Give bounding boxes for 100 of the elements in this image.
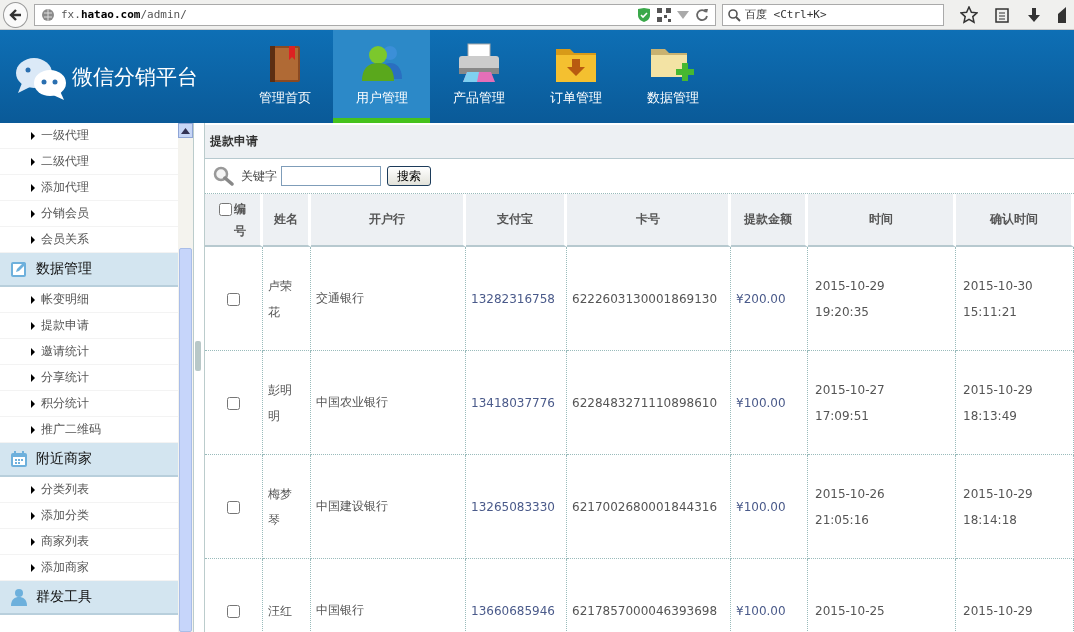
table-cell: 6217857000046393698 [572,603,718,618]
table-cell-text: 2015-10-25 [815,602,886,620]
url-text: fx.hatao.com/admin/ [61,8,188,21]
sidebar-link[interactable]: 添加分类 [41,507,89,524]
table-cell-text: 2015-10-29 [963,602,1034,620]
nav-tab[interactable]: 用户管理 [333,30,430,123]
table-cell: 中国银行 [316,603,364,617]
reload-icon[interactable] [695,7,709,22]
table-cell-text: 梅梦琴 [268,485,293,529]
nav-tab[interactable]: 数据管理 [624,30,721,123]
section-title: 数据管理 [36,260,92,278]
table-cell: 交通银行 [316,291,364,305]
select-all-checkbox[interactable] [218,202,232,216]
table-cell: 中国建设银行 [316,499,388,513]
search-field[interactable]: 百度 <Ctrl+K> [722,3,944,26]
triangle-bullet-icon [31,373,35,382]
globe-icon [41,7,55,22]
triangle-bullet-icon [31,563,35,572]
row-checkbox[interactable] [227,604,240,618]
sidebar-link[interactable]: 推广二维码 [41,421,101,438]
back-button[interactable] [3,1,28,28]
table-cell: 6217002680001844316 [572,499,718,514]
sidebar-link[interactable]: 商家列表 [41,533,89,550]
triangle-bullet-icon [31,157,35,166]
sidebar-link[interactable]: 添加代理 [41,179,89,196]
table-cell: 6222603130001869130 [572,291,718,306]
triangle-bullet-icon [31,209,35,218]
magnifier-icon [213,166,235,186]
table-cell: 中国农业银行 [316,395,388,409]
download-icon[interactable] [1026,6,1042,23]
sidebar-link[interactable]: 添加商家 [41,559,89,576]
search-button[interactable]: 搜索 [387,166,431,186]
sidebar-link[interactable]: 邀请统计 [41,343,89,360]
nav-tab[interactable]: 管理首页 [236,30,333,123]
table-cell: 13265083330 [471,499,555,514]
triangle-bullet-icon [31,537,35,546]
sidebar-link[interactable]: 帐变明细 [41,291,89,308]
users-icon [359,43,404,83]
dropdown-icon[interactable] [677,10,689,19]
row-checkbox[interactable] [227,500,240,514]
panel-title: 提款申请 [210,133,258,150]
table-cell-text: 2015-10-29 18:14:18 [963,485,1034,529]
column-header: 卡号 [635,212,660,226]
triangle-bullet-icon [31,295,35,304]
sidebar-link[interactable]: 积分统计 [41,395,89,412]
section-title: 附近商家 [36,450,92,468]
scrollbar[interactable] [178,123,193,632]
table-cell-text: 彭明明 [268,381,293,425]
sidebar-link[interactable]: 会员关系 [41,231,89,248]
back-arrow-icon [7,6,24,23]
nav-tab[interactable]: 订单管理 [527,30,624,123]
collapse-handle[interactable] [195,341,201,371]
triangle-bullet-icon [31,131,35,140]
table-cell-text: 2015-10-27 17:09:51 [815,381,886,425]
star-icon[interactable] [960,5,978,24]
shield-icon [637,6,651,23]
column-header: 时间 [868,212,893,226]
table-cell-text: 2015-10-29 19:20:35 [815,277,886,321]
printer-icon [456,43,501,83]
table-cell: ¥100.00 [736,603,786,618]
sidebar-link[interactable]: 二级代理 [41,153,89,170]
table-cell-text: 2015-10-26 21:05:16 [815,485,886,529]
triangle-bullet-icon [31,485,35,494]
edit-icon [10,260,28,278]
column-header: 编号 [233,200,247,240]
person-icon [10,588,28,606]
calendar-icon [10,450,28,468]
table-cell: 13282316758 [471,291,555,306]
sidebar-section-header[interactable]: 附近商家 [0,443,178,477]
table-cell-text: 2015-10-29 18:13:49 [963,381,1034,425]
column-header: 姓名 [273,212,298,226]
column-header: 确认时间 [989,212,1038,226]
table-cell: ¥200.00 [736,291,786,306]
triangle-bullet-icon [31,235,35,244]
qr-code-icon[interactable] [657,7,671,22]
triangle-bullet-icon [31,321,35,330]
table-cell-text: 2015-10-30 15:11:21 [963,277,1034,321]
table-cell-text: 卢荣花 [268,277,293,321]
sidebar-section-header[interactable]: 数据管理 [0,253,178,287]
triangle-bullet-icon [31,511,35,520]
sidebar-link[interactable]: 分类列表 [41,481,89,498]
keyword-field[interactable] [281,166,381,186]
sidebar-link[interactable]: 提款申请 [41,317,89,334]
table-cell: ¥100.00 [736,395,786,410]
sidebar-link[interactable]: 分享统计 [41,369,89,386]
column-header: 开户行 [369,212,405,226]
table-cell: 6228483271110898610 [572,395,718,410]
sidebar-link[interactable]: 分销会员 [41,205,89,222]
row-checkbox[interactable] [227,396,240,410]
table-cell: 13660685946 [471,603,555,618]
scroll-up-icon[interactable] [181,127,190,134]
sidebar-link[interactable]: 一级代理 [41,127,89,144]
sidebar-section-header[interactable]: 群发工具 [0,581,178,615]
triangle-bullet-icon [31,183,35,192]
triangle-bullet-icon [31,347,35,356]
address-field[interactable]: fx.hatao.com/admin/ [34,3,716,26]
reading-list-icon[interactable] [994,6,1010,23]
nav-tab[interactable]: 产品管理 [430,30,527,123]
row-checkbox[interactable] [227,292,240,306]
table-cell-text: 汪红 [268,602,293,620]
